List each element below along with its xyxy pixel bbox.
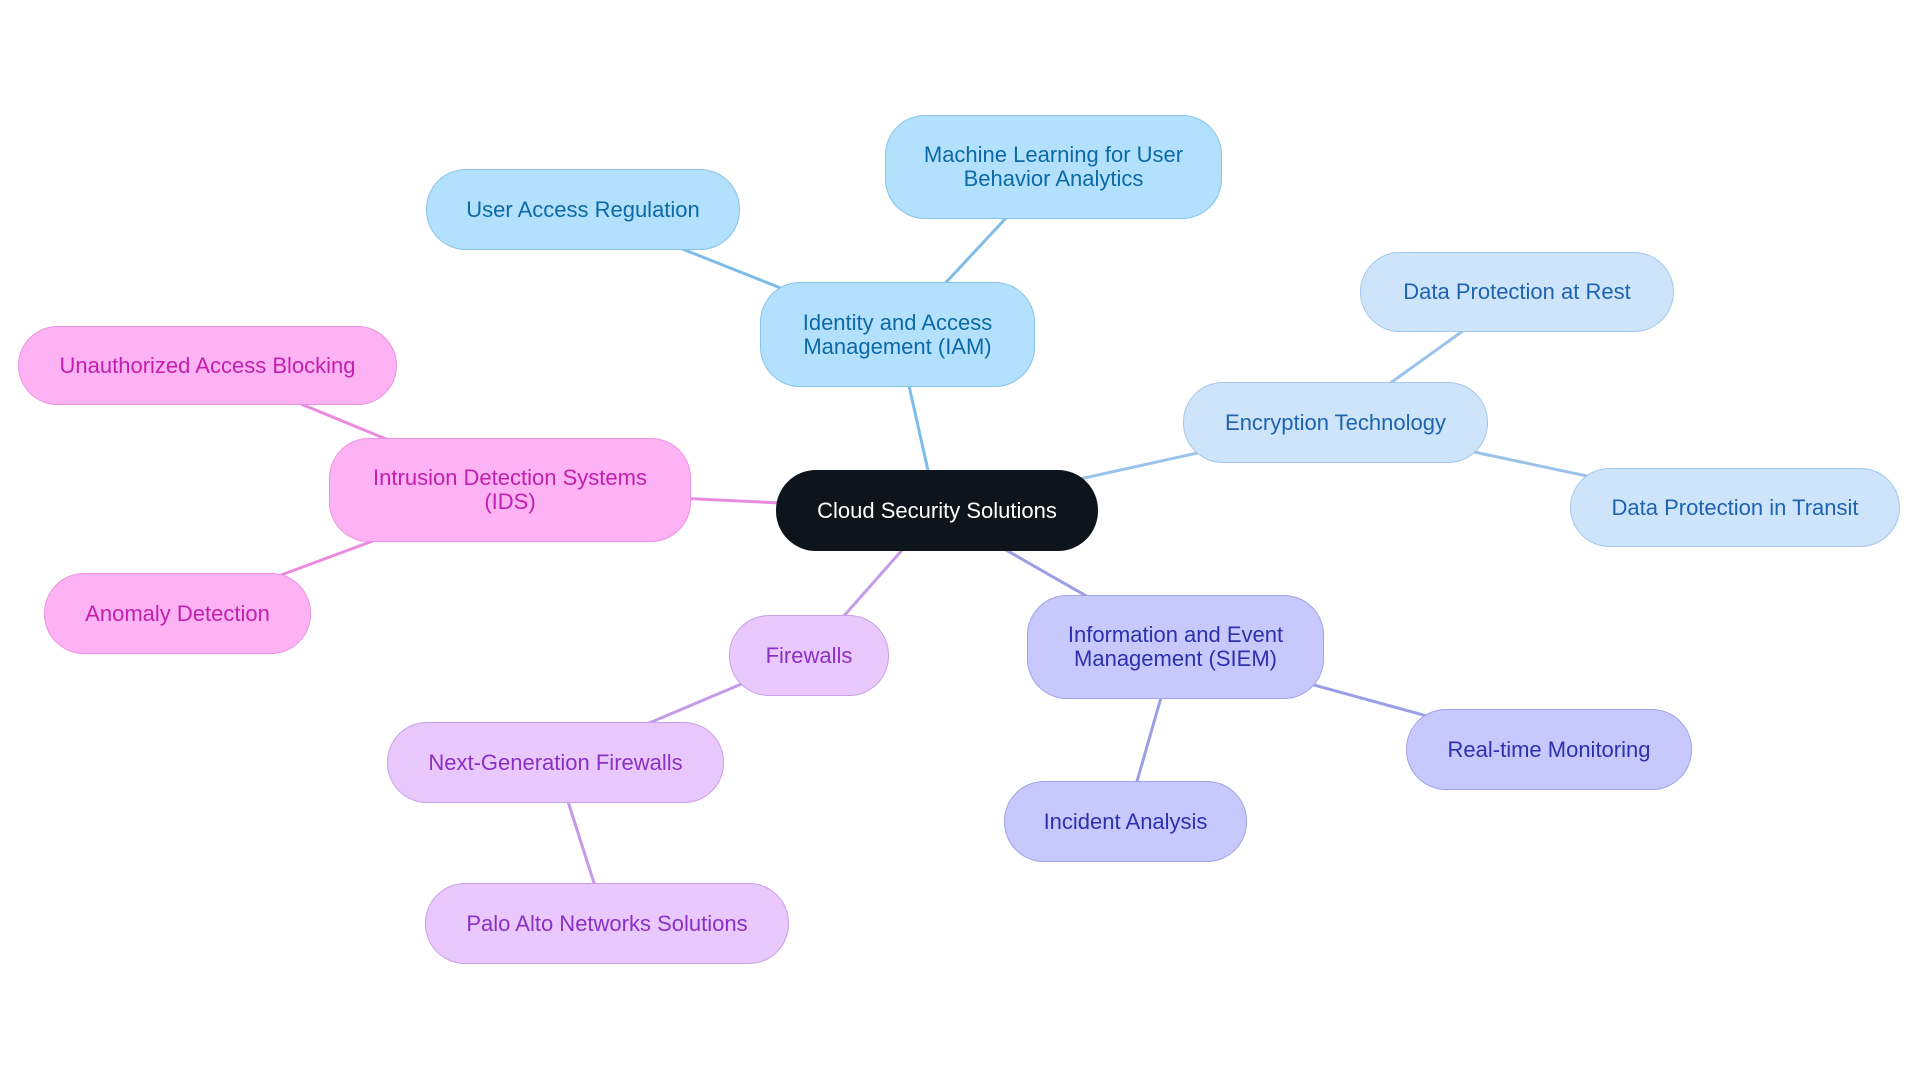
- node-data-protection-rest[interactable]: Data Protection at Rest: [1360, 252, 1674, 332]
- node-label: Cloud Security Solutions: [817, 497, 1057, 523]
- node-label: Real-time Monitoring: [1447, 736, 1651, 762]
- node-label: Next-Generation Firewalls: [428, 749, 683, 775]
- node-palo-alto[interactable]: Palo Alto Networks Solutions: [425, 883, 789, 964]
- node-next-gen-firewalls[interactable]: Next-Generation Firewalls: [387, 722, 724, 803]
- node-ml-user-behavior[interactable]: Machine Learning for User Behavior Analy…: [885, 115, 1222, 219]
- node-label: Intrusion Detection Systems (IDS): [373, 465, 647, 514]
- node-label: Machine Learning for User Behavior Analy…: [923, 142, 1184, 191]
- node-label: Unauthorized Access Blocking: [59, 352, 356, 378]
- node-incident-analysis[interactable]: Incident Analysis: [1004, 781, 1247, 862]
- node-label: Encryption Technology: [1225, 409, 1446, 435]
- node-label: Data Protection at Rest: [1403, 279, 1631, 304]
- node-label: User Access Regulation: [466, 196, 700, 222]
- node-root[interactable]: Cloud Security Solutions: [776, 470, 1098, 551]
- node-real-time-monitoring[interactable]: Real-time Monitoring: [1406, 709, 1692, 790]
- node-label: Palo Alto Networks Solutions: [466, 910, 748, 936]
- node-anomaly-detection[interactable]: Anomaly Detection: [44, 573, 311, 654]
- node-firewalls[interactable]: Firewalls: [729, 615, 889, 696]
- node-label: Anomaly Detection: [85, 600, 270, 626]
- node-unauthorized-access-blocking[interactable]: Unauthorized Access Blocking: [18, 326, 397, 405]
- node-iam[interactable]: Identity and Access Management (IAM): [760, 282, 1035, 387]
- node-intrusion-detection[interactable]: Intrusion Detection Systems (IDS): [329, 438, 691, 542]
- node-encryption-technology[interactable]: Encryption Technology: [1183, 382, 1488, 463]
- node-label: Incident Analysis: [1043, 808, 1208, 834]
- node-label: Information and Event Management (SIEM): [1067, 622, 1284, 671]
- node-data-protection-transit[interactable]: Data Protection in Transit: [1570, 468, 1900, 547]
- node-label: Identity and Access Management (IAM): [802, 309, 993, 359]
- node-siem[interactable]: Information and Event Management (SIEM): [1027, 595, 1324, 699]
- node-label: Firewalls: [765, 642, 853, 668]
- node-label: Data Protection in Transit: [1611, 494, 1859, 520]
- node-user-access-regulation[interactable]: User Access Regulation: [426, 169, 740, 250]
